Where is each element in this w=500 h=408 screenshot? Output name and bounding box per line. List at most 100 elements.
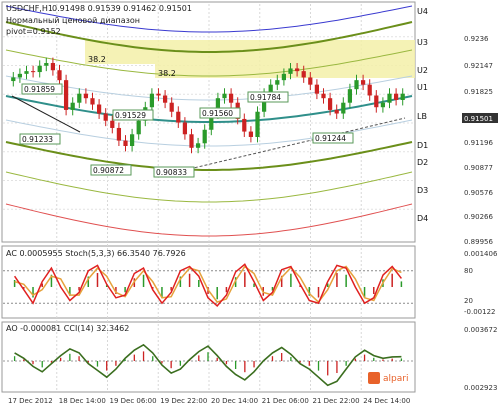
candle-body	[70, 102, 75, 110]
candle-body	[255, 111, 260, 137]
candle-body	[195, 143, 201, 148]
band-label: D3	[417, 186, 428, 195]
fib-label: 38.2	[88, 55, 106, 64]
stoch-axis-label: 0.001406	[464, 250, 498, 258]
resistance-zone-upper	[85, 40, 415, 64]
time-axis-label: 17 Dec 2012	[8, 397, 53, 405]
cci-axis-label: 0.002923	[464, 384, 497, 392]
range-note: Нормальный ценовой диапазон	[6, 16, 140, 25]
price-axis-label: 0.90266	[464, 213, 493, 221]
candle-body	[176, 111, 181, 123]
time-axis-label: 20 Dec 14:00	[211, 397, 258, 405]
candle-body	[321, 93, 326, 99]
price-annotation: 0.90833	[156, 168, 187, 177]
candle-body	[24, 71, 29, 74]
candle-body	[301, 71, 306, 78]
price-axis-label: 0.91825	[464, 88, 493, 96]
candle-body	[281, 73, 287, 81]
candle-body	[341, 102, 346, 114]
logo-mark-icon	[368, 372, 380, 384]
candle-body	[360, 80, 366, 85]
price-axis-label: 0.9236	[464, 35, 489, 43]
band-label: U3	[417, 38, 428, 47]
candle-body	[308, 77, 313, 85]
time-axis-label: 24 Dec 14:00	[363, 397, 410, 405]
chart-symbol: USDCHF,H1	[6, 4, 53, 13]
candle-body	[136, 120, 141, 135]
candle-body	[400, 93, 405, 100]
candle-body	[387, 93, 392, 103]
logo-text: alpari	[383, 374, 408, 384]
band-label: U4	[417, 7, 428, 16]
candle-body	[222, 93, 227, 99]
candle-body	[129, 134, 135, 146]
band-labels: U4 U3 U2 U1 LB D1 D2 D3 D4	[417, 7, 428, 223]
candle-body	[347, 89, 353, 103]
candle-body	[374, 95, 379, 108]
candle-body	[327, 98, 333, 110]
candle-body	[116, 127, 122, 141]
price-axis-label: 0.90576	[464, 189, 493, 197]
time-axis-label: 18 Dec 14:00	[59, 397, 106, 405]
candle-body	[156, 93, 161, 96]
candle-body	[169, 102, 174, 112]
stoch-axis-label: -0.00122	[464, 308, 495, 316]
candle-body	[149, 93, 155, 108]
price-axis-label: 0.91196	[464, 139, 493, 147]
price-annotation: 0.91529	[115, 111, 146, 120]
candle-body	[17, 73, 23, 78]
candle-body	[189, 134, 194, 148]
fib-label: 38.2	[158, 69, 176, 78]
candle-body	[90, 98, 95, 105]
chart-window: 0.91859 0.91529 0.91560 0.91784 0.91233 0.908…	[0, 0, 500, 408]
candle-body	[162, 95, 168, 103]
stoch-axis-label: 20	[464, 297, 473, 305]
band-label: U2	[417, 66, 428, 75]
chart-canvas: 0.91859 0.91529 0.91560 0.91784 0.91233 0.908…	[0, 0, 500, 408]
price-axis-label: 0.89956	[464, 238, 493, 246]
price-axis-label: 0.90877	[464, 164, 493, 172]
band-label: D4	[417, 214, 428, 223]
candle-body	[63, 80, 69, 110]
price-annotation: 0.91784	[250, 93, 281, 102]
candle-body	[50, 63, 56, 71]
price-annotation: 0.91859	[24, 85, 55, 94]
price-annotation: 0.91233	[22, 135, 53, 144]
candle-body	[294, 68, 300, 72]
band-label: D2	[417, 158, 428, 167]
price-axis: 0.9236 0.92147 0.91825 0.91501 0.91196 0.9087…	[462, 35, 498, 246]
chart-ohlc: 0.91498 0.91539 0.91462 0.91501	[52, 4, 192, 13]
band-label: D1	[417, 141, 428, 150]
candle-body	[334, 109, 339, 114]
candle-body	[83, 93, 89, 99]
candle-body	[380, 102, 386, 108]
time-axis-label: 21 Dec 22:00	[313, 397, 360, 405]
candle-body	[96, 104, 102, 114]
current-price: 0.91501	[464, 115, 493, 123]
price-axis-label: 0.92147	[464, 62, 493, 70]
price-annotation: 0.91244	[315, 134, 346, 143]
stoch-axis-label: 80	[464, 267, 473, 275]
time-axis-label: 19 Dec 06:00	[110, 397, 157, 405]
stoch-title: AC 0.0005955 Stoch(5,3,3) 66.3540 76.792…	[6, 249, 186, 258]
candle-body	[314, 84, 320, 94]
candle-body	[30, 71, 36, 73]
candle-body	[354, 80, 359, 90]
band-label: LB	[417, 112, 427, 121]
price-annotation: 0.90872	[93, 166, 124, 175]
candle-body	[202, 129, 207, 144]
candle-body	[123, 140, 128, 146]
candle-body	[110, 120, 115, 128]
cci-axis-label: 0.003672	[464, 326, 497, 334]
candle-body	[37, 65, 42, 73]
alpari-logo: alpari	[368, 372, 408, 384]
candle-body	[11, 77, 16, 82]
candle-body	[103, 113, 108, 121]
candle-body	[57, 70, 62, 81]
time-axis-label: 21 Dec 06:00	[262, 397, 309, 405]
candle-body	[288, 68, 293, 74]
candle-body	[367, 84, 372, 96]
candle-body	[393, 93, 399, 100]
candle-body	[182, 122, 188, 135]
candle-body	[77, 93, 82, 103]
